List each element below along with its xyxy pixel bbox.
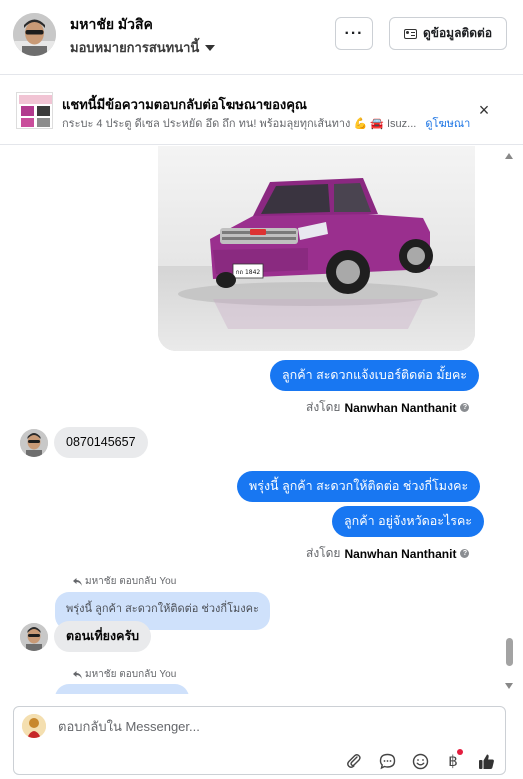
reply-composer: ฿ (13, 706, 506, 775)
outgoing-message[interactable]: พรุ่งนี้ ลูกค้า สะดวกให้ติดต่อ ช่วงกี่โม… (237, 471, 481, 502)
reply-label-text: มหาชัย ตอบกลับ You (85, 669, 177, 680)
sender-name: Nanwhan Nanthanit (344, 546, 457, 561)
view-ad-link[interactable]: ดูโฆษณา (425, 118, 470, 130)
reply-icon (73, 670, 82, 679)
caret-down-icon (205, 44, 216, 51)
info-icon[interactable]: ? (460, 403, 470, 412)
scrollbar[interactable] (502, 146, 518, 694)
more-options-button[interactable]: ··· (335, 17, 373, 50)
shared-photo[interactable]: กถ 1842 (158, 146, 475, 351)
view-contact-button[interactable]: ดูข้อมูลติดต่อ (389, 17, 507, 50)
comment-icon[interactable] (377, 751, 397, 771)
info-icon[interactable]: ? (460, 549, 470, 558)
message-input[interactable] (58, 716, 478, 736)
incoming-message[interactable]: 0870145657 (54, 427, 148, 458)
sender-name: Nanwhan Nanthanit (344, 400, 457, 415)
reply-icon (73, 577, 82, 586)
avatar (20, 623, 48, 651)
profile-photo (13, 13, 56, 56)
assign-label: มอบหมายการสนทนานี้ (70, 40, 200, 55)
close-icon[interactable]: × (474, 100, 494, 120)
license-plate-text: กถ 1842 (236, 269, 261, 276)
scrollbar-thumb[interactable] (506, 638, 513, 666)
view-contact-label: ดูข้อมูลติดต่อ (422, 26, 493, 40)
banner-title: แชทนี้มีข้อความตอบกลับต่อโฆษณาของคุณ (62, 97, 307, 112)
assign-conversation-dropdown[interactable]: มอบหมายการสนทนานี้ (70, 37, 216, 58)
quoted-message-partial[interactable] (55, 684, 189, 694)
ad-text: กระบะ 4 ประตู ดีเซล ประหยัด อึด ถึก ทน! … (62, 118, 417, 130)
incoming-message[interactable]: ตอนเที่ยงครับ (54, 621, 152, 652)
banner-subtitle: กระบะ 4 ประตู ดีเซล ประหยัด อึด ถึก ทน! … (62, 114, 470, 132)
reply-label: มหาชัย ตอบกลับ You (73, 667, 176, 682)
sent-by-label: ส่งโดย Nanwhan Nanthanit ? (306, 398, 470, 417)
outgoing-message[interactable]: ลูกค้า สะดวกแจ้งเบอร์ติดต่อ มั้ยคะ (270, 360, 480, 391)
baht-glyph: ฿ (448, 753, 458, 770)
page-avatar (22, 714, 46, 738)
composer-toolbar: ฿ (344, 749, 496, 771)
reply-label-text: มหาชัย ตอบกลับ You (85, 576, 177, 587)
sent-by-prefix: ส่งโดย (306, 546, 341, 560)
more-icon: ··· (344, 24, 364, 42)
paperclip-icon[interactable] (344, 751, 364, 771)
thumbs-up-icon[interactable] (476, 751, 496, 771)
sent-by-prefix: ส่งโดย (306, 400, 341, 414)
outgoing-message[interactable]: ลูกค้า อยู่จังหวัดอะไรคะ (332, 506, 485, 537)
scroll-down-icon[interactable] (505, 683, 513, 689)
emoji-icon[interactable] (410, 751, 430, 771)
conversation-header: มหาชัย มัวสิค มอบหมายการสนทนานี้ ··· ดูข… (0, 0, 523, 75)
pickup-truck-image: กถ 1842 (158, 146, 475, 351)
message-thread[interactable]: กถ 1842 ลูกค้า สะดวกแจ้งเบอร์ติดต่อ มั้ย… (0, 146, 523, 694)
reply-label: มหาชัย ตอบกลับ You (73, 574, 176, 589)
baht-icon[interactable]: ฿ (443, 749, 463, 771)
avatar (20, 429, 48, 457)
ad-reply-banner: แชทนี้มีข้อความตอบกลับต่อโฆษณาของคุณ กระ… (0, 75, 523, 145)
id-card-icon (403, 28, 417, 39)
sent-by-label: ส่งโดย Nanwhan Nanthanit ? (306, 544, 470, 563)
ad-thumbnail (16, 92, 53, 129)
contact-name: มหาชัย มัวสิค (70, 16, 153, 32)
notification-dot (457, 749, 463, 755)
scroll-up-icon[interactable] (505, 153, 513, 159)
avatar[interactable] (13, 13, 56, 56)
